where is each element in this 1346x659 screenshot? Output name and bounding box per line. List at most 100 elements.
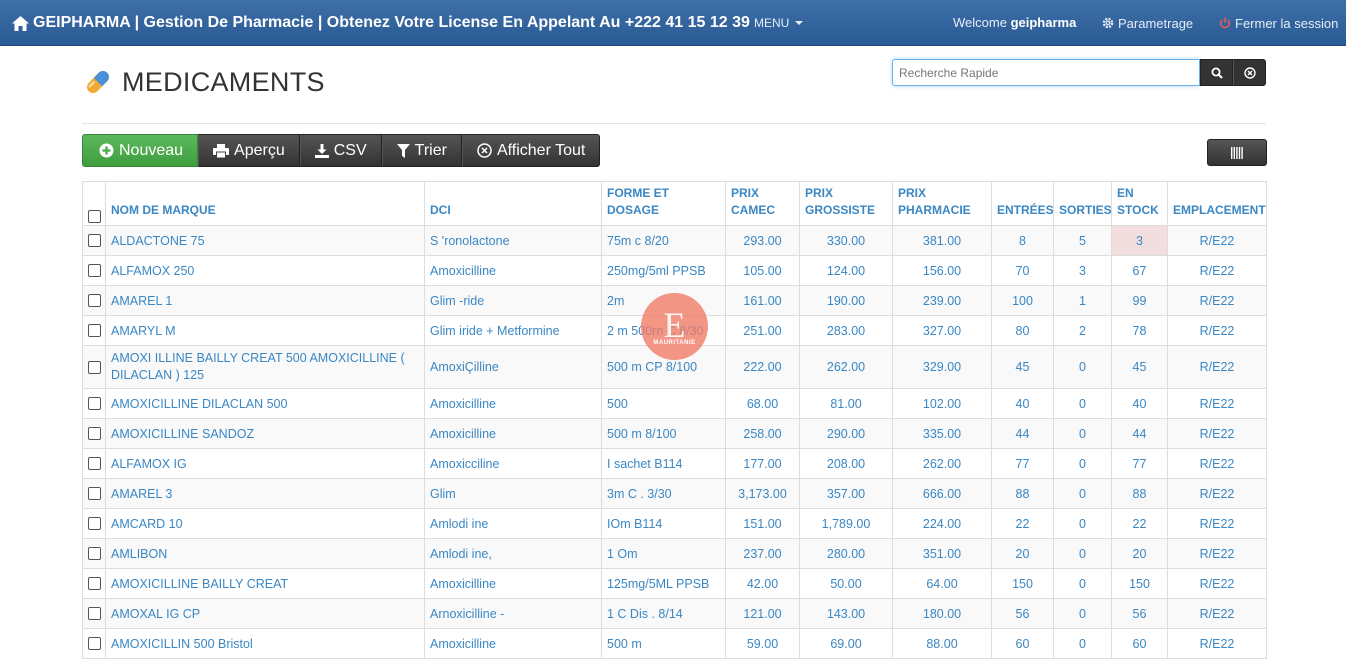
new-label: Nouveau: [119, 141, 184, 159]
table-row[interactable]: AMOXICILLINE DILACLAN 500 Amoxicilline 500…: [82, 388, 1267, 419]
table-cell[interactable]: ALDACTONE 75: [105, 225, 425, 256]
row-checkbox[interactable]: [87, 294, 101, 307]
table-cell: 143.00: [799, 598, 893, 629]
welcome-prefix: Welcome: [953, 15, 1007, 30]
row-checkbox[interactable]: [87, 637, 101, 650]
medicaments-table: NOM DE MARQUE DCI FORME ET DOSAGE PRIX C…: [82, 181, 1267, 659]
row-checkbox[interactable]: [87, 577, 101, 590]
table-cell: 1 Om: [601, 538, 726, 569]
table-cell: Amoxicilline: [424, 568, 602, 599]
table-row[interactable]: AMOXICILLINE SANDOZ Amoxicilline 500 m 8/1…: [82, 418, 1267, 449]
table-cell: 0: [1053, 418, 1112, 449]
column-header[interactable]: NOM DE MARQUE: [105, 181, 425, 226]
table-cell: Amoxicilline: [424, 418, 602, 449]
table-cell[interactable]: ALFAMOX 250: [105, 255, 425, 286]
row-checkbox[interactable]: [87, 457, 101, 470]
preview-button[interactable]: Aperçu: [198, 134, 300, 167]
table-cell[interactable]: AMARYL M: [105, 315, 425, 346]
table-row[interactable]: AMOXICILLINE BAILLY CREAT Amoxicilline 125…: [82, 568, 1267, 599]
column-header[interactable]: PRIX PHARMACIE: [892, 181, 992, 226]
row-checkbox[interactable]: [87, 547, 101, 560]
sort-button[interactable]: Trier: [381, 134, 462, 167]
table-cell: 2: [1053, 315, 1112, 346]
row-checkbox[interactable]: [87, 324, 101, 337]
csv-button[interactable]: CSV: [299, 134, 382, 167]
table-cell[interactable]: AMAREL 3: [105, 478, 425, 509]
table-cell[interactable]: ALFAMOX IG: [105, 448, 425, 479]
table-row[interactable]: ALFAMOX IG Amoxicciline I sachet B114 177.0…: [82, 448, 1267, 479]
table-cell: 105.00: [725, 255, 800, 286]
sort-label: Trier: [414, 141, 447, 159]
table-row[interactable]: AMOXICILLIN 500 Bristol Amoxicilline 500 m…: [82, 628, 1267, 659]
table-cell: R/E22: [1167, 388, 1267, 419]
column-header[interactable]: SORTIES: [1053, 181, 1112, 226]
row-checkbox[interactable]: [87, 264, 101, 277]
columns-toggle-button[interactable]: [1207, 139, 1267, 166]
table-cell[interactable]: AMOXICILLINE BAILLY CREAT: [105, 568, 425, 599]
table-cell[interactable]: AMOXICILLIN 500 Bristol: [105, 628, 425, 659]
table-cell[interactable]: AMOXICILLINE SANDOZ: [105, 418, 425, 449]
table-cell: 351.00: [892, 538, 992, 569]
column-header[interactable]: PRIX CAMEC: [725, 181, 800, 226]
table-cell: 56: [991, 598, 1054, 629]
row-select-cell: [82, 598, 106, 629]
select-all-checkbox[interactable]: [87, 210, 101, 223]
table-cell[interactable]: AMOXI ILLINE BAILLY CREAT 500 AMOXICILLI…: [105, 345, 425, 389]
table-cell: AmoxiÇilline: [424, 345, 602, 389]
table-row[interactable]: AMLIBON Amlodi ine, 1 Om 237.00 280.00 351.00…: [82, 538, 1267, 569]
row-checkbox[interactable]: [87, 607, 101, 620]
table-cell: Amoxicilline: [424, 255, 602, 286]
table-cell: 22: [991, 508, 1054, 539]
row-checkbox[interactable]: [87, 397, 101, 410]
table-row[interactable]: ALDACTONE 75 S 'ronolactone 75m c 8/20 293.…: [82, 225, 1267, 256]
table-cell: 60: [1111, 628, 1168, 659]
table-cell[interactable]: AMOXICILLINE DILACLAN 500: [105, 388, 425, 419]
row-checkbox[interactable]: [87, 427, 101, 440]
table-cell: 125mg/5ML PPSB: [601, 568, 726, 599]
menu-dropdown[interactable]: MENU: [754, 0, 804, 46]
new-button[interactable]: Nouveau: [82, 134, 199, 167]
table-cell: 124.00: [799, 255, 893, 286]
column-header[interactable]: DCI: [424, 181, 602, 226]
column-header[interactable]: ENTRÉES: [991, 181, 1054, 226]
column-header[interactable]: PRIX GROSSISTE: [799, 181, 893, 226]
table-row[interactable]: ALFAMOX 250 Amoxicilline 250mg/5ml PPSB 105…: [82, 255, 1267, 286]
table-cell: 329.00: [892, 345, 992, 389]
settings-link[interactable]: Parametrage: [1102, 0, 1193, 46]
table-cell: R/E22: [1167, 315, 1267, 346]
table-cell[interactable]: AMOXAL IG CP: [105, 598, 425, 629]
table-cell: 258.00: [725, 418, 800, 449]
logout-link[interactable]: Fermer la session: [1219, 0, 1338, 46]
table-cell[interactable]: AMAREL 1: [105, 285, 425, 316]
filter-icon: [396, 143, 410, 158]
table-cell: 0: [1053, 345, 1112, 389]
table-row[interactable]: AMCARD 10 Amlodi ine IOm B114 151.00 1,789.0…: [82, 508, 1267, 539]
column-header[interactable]: EMPLACEMENT: [1167, 181, 1267, 226]
table-cell: 60: [991, 628, 1054, 659]
show-all-button[interactable]: Afficher Tout: [461, 134, 601, 167]
row-select-cell: [82, 255, 106, 286]
table-cell: 44: [991, 418, 1054, 449]
table-cell: Glim iride + Metformine: [424, 315, 602, 346]
search-input[interactable]: [892, 59, 1200, 86]
table-cell: 22: [1111, 508, 1168, 539]
table-cell: 290.00: [799, 418, 893, 449]
clear-search-button[interactable]: [1233, 59, 1266, 86]
brand-link[interactable]: GEIPHARMA | Gestion De Pharmacie | Obten…: [12, 0, 750, 46]
search-button[interactable]: [1200, 59, 1233, 86]
column-header[interactable]: EN STOCK: [1111, 181, 1168, 226]
row-checkbox[interactable]: [87, 487, 101, 500]
column-header[interactable]: FORME ET DOSAGE: [601, 181, 726, 226]
table-cell: R/E22: [1167, 255, 1267, 286]
row-checkbox[interactable]: [87, 234, 101, 247]
row-checkbox[interactable]: [87, 360, 101, 374]
table-row[interactable]: AMOXAL IG CP Arnoxicilline -1 C Dis . 8/1…: [82, 598, 1267, 629]
row-checkbox[interactable]: [87, 517, 101, 530]
table-cell[interactable]: AMCARD 10: [105, 508, 425, 539]
table-cell[interactable]: AMLIBON: [105, 538, 425, 569]
table-cell: 70: [991, 255, 1054, 286]
table-cell: 45: [1111, 345, 1168, 389]
table-cell: 1,789.00: [799, 508, 893, 539]
table-row[interactable]: AMAREL 3 Glim 3m C . 3/30 3,173.00 357.00 666…: [82, 478, 1267, 509]
table-cell: R/E22: [1167, 418, 1267, 449]
